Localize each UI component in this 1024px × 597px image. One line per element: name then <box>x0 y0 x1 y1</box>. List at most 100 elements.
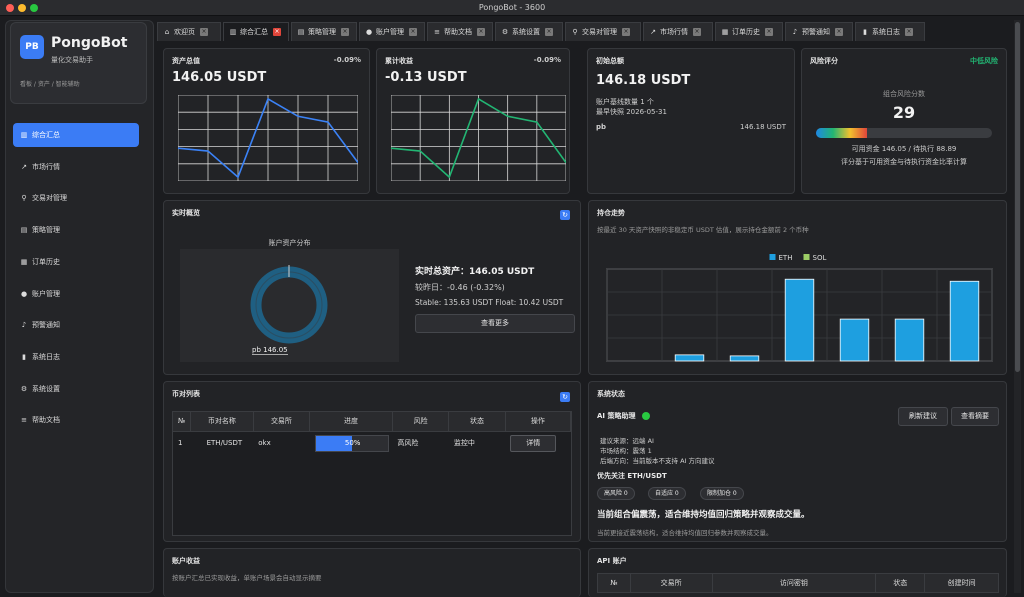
risk-meter-fill <box>816 128 868 138</box>
tab-6[interactable]: ⚲ 交易对管理 × <box>565 22 641 41</box>
sidebar-item-9[interactable]: ≡ 帮助文档 <box>13 408 139 432</box>
refresh-icon[interactable]: ↻ <box>560 210 570 220</box>
legend-label-eth: ETH <box>779 254 793 262</box>
sidebar-item-8[interactable]: ⚙ 系统设置 <box>13 377 139 401</box>
asset-total-value: 146.05 USDT <box>172 70 267 85</box>
maximize-window-button[interactable] <box>30 4 38 12</box>
tab-0[interactable]: ⌂ 欢迎页 × <box>157 22 221 41</box>
ai-assistant-label: AI 策略助理 <box>597 412 636 420</box>
tab-9[interactable]: ♪ 预警通知 × <box>785 22 853 41</box>
change-value: -0.09% <box>533 56 561 64</box>
ai-detail: 当前更接近震荡结构，适合维持均值回归参数并观察成交量。 <box>597 529 773 537</box>
sidebar-item-1[interactable]: ↗ 市场行情 <box>13 155 139 179</box>
tab-close-icon[interactable]: × <box>200 28 208 36</box>
status-dot-icon <box>642 412 650 420</box>
sidebar-item-6[interactable]: ♪ 预警通知 <box>13 313 139 337</box>
row-number: 1 <box>178 439 183 448</box>
tab-close-icon[interactable]: × <box>409 28 417 36</box>
bell-icon: ♪ <box>21 321 27 330</box>
api-accounts-card: API 账户 № 交易所 访问密钥 状态 创建时间 <box>588 548 1007 597</box>
card-title: 持仓走势 <box>597 209 625 217</box>
tab-7[interactable]: ↗ 市场行情 × <box>643 22 713 41</box>
trend-icon: ↗ <box>650 28 656 36</box>
donut-ring-edge <box>255 271 323 339</box>
tab-4[interactable]: ≡ 帮助文档 × <box>427 22 493 41</box>
column-header: № <box>173 412 192 432</box>
books-icon: ≡ <box>434 28 440 36</box>
card-title: 资产总值 <box>172 57 200 65</box>
score-label: 组合风险分数 <box>883 90 925 98</box>
asset-line-chart <box>178 95 358 181</box>
column-header: 进度 <box>309 412 393 432</box>
sidebar-item-5[interactable]: ● 账户管理 <box>13 282 139 306</box>
tab-close-icon[interactable]: × <box>545 28 553 36</box>
column-header: 创建时间 <box>924 573 999 593</box>
user-icon: ● <box>20 289 28 298</box>
tab-label: 系统设置 <box>512 28 540 36</box>
card-title: 系统状态 <box>597 390 625 398</box>
card-title: 风险评分 <box>810 57 838 65</box>
risk-score-card: 风险评分 中低风险 组合风险分数 29 可用资金 146.05 / 待执行 88… <box>801 48 1007 194</box>
magnifier-icon: ⚲ <box>572 28 578 36</box>
table-header-row: № 币对名称 交易所 进度 风险 状态 操作 <box>173 412 572 432</box>
tab-close-icon[interactable]: × <box>273 28 281 36</box>
refresh-suggestion-button[interactable]: 刷新建议 <box>898 407 948 426</box>
asset-donut-chart <box>250 265 328 344</box>
card-title: 账户收益 <box>172 557 200 565</box>
tab-close-icon[interactable]: × <box>835 28 843 36</box>
sidebar-item-0[interactable]: ▥ 综合汇总 <box>13 123 139 147</box>
initial-total-value: 146.18 USDT <box>596 73 691 88</box>
account-value: 146.18 USDT <box>740 123 786 131</box>
tab-label: 帮助文档 <box>444 28 472 36</box>
card-title: 初始总额 <box>596 57 624 65</box>
table-row[interactable]: 1 ETH/USDT okx 50% 高风险 监控中 详情 <box>173 431 571 455</box>
tab-close-icon[interactable]: × <box>693 28 701 36</box>
detail-button[interactable]: 详情 <box>510 434 557 452</box>
sidebar-item-label: 账户管理 <box>32 289 60 298</box>
monitor-status: 监控中 <box>453 439 475 448</box>
sidebar-item-7[interactable]: ▮ 系统日志 <box>13 345 139 369</box>
refresh-icon[interactable]: ↻ <box>560 392 570 402</box>
pair-list-card: 币对列表 ↻ № 币对名称 交易所 进度 风险 状态 操作 1 ETH/USDT okx 50% 高… <box>163 381 581 542</box>
tab-1[interactable]: ▥ 综合汇总 × <box>223 22 289 41</box>
column-header: 状态 <box>448 412 506 432</box>
card-title: 累计收益 <box>385 57 413 65</box>
asset-total-card: 资产总值 -0.09% 146.05 USDT <box>163 48 370 194</box>
sidebar <box>5 20 154 593</box>
tab-close-icon[interactable]: × <box>765 28 773 36</box>
notepad-icon: ▤ <box>297 28 305 36</box>
tab-2[interactable]: ▤ 策略管理 × <box>291 22 357 41</box>
magnifier-icon: ⚲ <box>21 194 27 203</box>
tab-8[interactable]: ▦ 订单历史 × <box>715 22 783 41</box>
baseline-count: 账户基线数量 1 个 <box>596 98 654 106</box>
tab-label: 预警通知 <box>802 28 830 36</box>
legend-swatch-sol <box>803 254 810 260</box>
column-header: 风险 <box>392 412 450 432</box>
tab-5[interactable]: ⚙ 系统设置 × <box>495 22 563 41</box>
scrollbar-thumb[interactable] <box>1015 22 1020 372</box>
column-header: 访问密钥 <box>712 573 877 593</box>
minimize-window-button[interactable] <box>18 4 26 12</box>
card-title: 实时概览 <box>172 209 200 217</box>
sidebar-item-4[interactable]: ▦ 订单历史 <box>13 250 139 274</box>
tab-close-icon[interactable]: × <box>477 28 485 36</box>
action-cell: 详情 <box>505 431 570 455</box>
high-risk-pill: 高风险 0 <box>597 487 635 500</box>
view-summary-button[interactable]: 查看摘要 <box>951 407 999 426</box>
tab-10[interactable]: ▮ 系统日志 × <box>855 22 925 41</box>
column-header: 交易所 <box>253 412 311 432</box>
tab-close-icon[interactable]: × <box>622 28 630 36</box>
sidebar-item-3[interactable]: ▤ 策略管理 <box>13 218 139 242</box>
tab-close-icon[interactable]: × <box>341 28 349 36</box>
tab-bar: ⌂ 欢迎页 × ▥ 综合汇总 × ▤ 策略管理 × ● 账户管理 × ≡ 帮助文档 × ⚙ 系统设置 × ⚲ 交易对管… <box>157 22 1014 41</box>
suggestion-source: 建议来源：远端 AI <box>600 437 654 445</box>
tab-close-icon[interactable]: × <box>905 28 913 36</box>
card-title: 币对列表 <box>172 390 200 398</box>
sidebar-item-2[interactable]: ⚲ 交易对管理 <box>13 186 139 210</box>
app-logo: PB <box>20 35 44 59</box>
legend-label-sol: SOL <box>813 254 827 262</box>
trend-icon: ↗ <box>21 162 27 171</box>
view-more-button[interactable]: 查看更多 <box>415 314 575 333</box>
tab-3[interactable]: ● 账户管理 × <box>359 22 425 41</box>
close-window-button[interactable] <box>6 4 14 12</box>
